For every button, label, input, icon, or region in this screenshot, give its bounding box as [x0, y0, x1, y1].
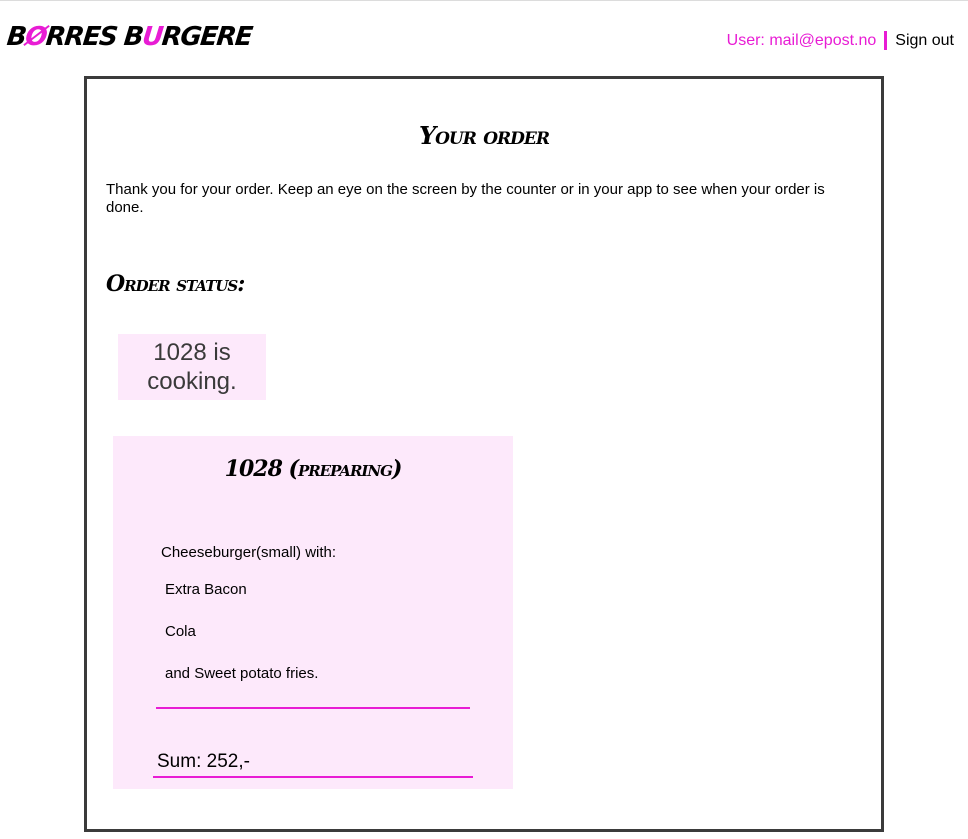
signout-button[interactable]: Sign out [895, 32, 954, 50]
order-sum: Sum: 252,- [157, 751, 250, 772]
intro-text: Thank you for your order. Keep an eye on… [106, 181, 825, 216]
page-title: Your order [418, 121, 550, 150]
header: BØRRES BURGERE User: mail@epost.no Sign … [0, 0, 968, 76]
status-badge: 1028 is cooking. [118, 334, 266, 400]
order-item-main: Cheeseburger(small) with: [161, 544, 337, 561]
order-card: 1028 (preparing) Cheeseburger(small) wit… [113, 436, 513, 789]
status-heading: Order status: [106, 271, 245, 297]
logo-text: RGERE [160, 22, 253, 52]
divider-line [153, 776, 473, 778]
order-item-extra: and Sweet potato fries. [165, 665, 319, 682]
order-title: 1028 (preparing) [224, 456, 403, 482]
logo-text: RRES B [44, 22, 144, 52]
user-email-label: User: mail@epost.no [726, 31, 877, 49]
logo[interactable]: BØRRES BURGERE [5, 22, 253, 52]
order-item-extra: Extra Bacon [165, 581, 247, 598]
divider-line [156, 707, 470, 709]
order-item-extra: Cola [165, 623, 196, 640]
user-area: User: mail@epost.no Sign out [727, 31, 954, 50]
order-panel: Your order Thank you for your order. Kee… [84, 76, 884, 832]
user-divider [884, 31, 888, 50]
